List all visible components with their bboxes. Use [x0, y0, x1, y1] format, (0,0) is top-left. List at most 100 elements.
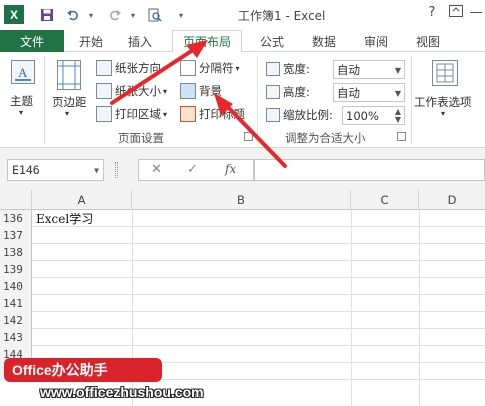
table-row: 141	[0, 295, 485, 312]
themes-icon: A	[11, 60, 35, 84]
ribbon-display-options-icon[interactable]	[446, 5, 466, 23]
scale-label: 缩放比例:	[266, 107, 333, 123]
orientation-icon	[96, 60, 112, 76]
select-all-corner[interactable]	[0, 190, 32, 210]
cell-a136[interactable]: Excel学习	[36, 210, 93, 227]
table-row: 136 Excel学习	[0, 210, 485, 227]
size-icon	[96, 83, 112, 99]
tab-view[interactable]: 视图	[408, 30, 448, 52]
row-header[interactable]: 137	[0, 227, 32, 244]
row-header[interactable]: 143	[0, 329, 32, 346]
undo-icon[interactable]	[64, 6, 82, 24]
save-icon[interactable]	[38, 6, 56, 24]
svg-text:A: A	[18, 65, 28, 80]
sheet-options-icon	[432, 60, 458, 86]
width-icon	[266, 62, 280, 76]
background-button[interactable]: 背景	[180, 83, 222, 99]
table-row: 140	[0, 278, 485, 295]
window-title: 工作簿1 - Excel	[238, 9, 326, 23]
margins-icon	[57, 60, 81, 90]
table-row: 137	[0, 227, 485, 244]
height-icon	[266, 85, 280, 99]
height-dropdown[interactable]: 自动 ▼	[333, 83, 405, 102]
row-header[interactable]: 140	[0, 278, 32, 295]
row-header[interactable]: 139	[0, 261, 32, 278]
column-header[interactable]: A	[32, 190, 132, 210]
insert-function-icon[interactable]: fx	[225, 162, 236, 176]
print-titles-label: 打印标题	[199, 107, 245, 121]
margins-label: 页边距	[52, 95, 87, 109]
print-area-button[interactable]: 打印区域 ▾	[96, 106, 167, 122]
orientation-label: 纸张方向	[115, 61, 161, 75]
ribbon-tabs: 文件 开始 插入 页面布局 公式 数据 审阅 视图	[0, 30, 485, 53]
formula-buttons: ✕ ✓ fx	[138, 159, 254, 181]
scale-icon	[266, 108, 280, 122]
ribbon-page-layout: A 主题 ▾ 页边距 ▾ 纸张方向 ▾ 纸张大小 ▾ 打印区域 ▾ 分隔符 ▾ …	[0, 52, 485, 148]
group-separator	[44, 56, 45, 144]
orientation-button[interactable]: 纸张方向 ▾	[96, 60, 167, 76]
tab-home[interactable]: 开始	[72, 30, 110, 52]
row-header[interactable]: 142	[0, 312, 32, 329]
background-label: 背景	[199, 84, 222, 98]
column-header[interactable]: B	[132, 190, 351, 210]
tab-file[interactable]: 文件	[0, 30, 64, 52]
row-header[interactable]: 136	[0, 210, 32, 227]
sheet-options-label: 工作表选项	[414, 95, 472, 109]
tab-review[interactable]: 审阅	[356, 30, 396, 52]
column-headers: A B C D	[0, 190, 485, 210]
print-area-label: 打印区域	[115, 107, 161, 121]
margins-dropdown-icon: ▾	[65, 109, 70, 118]
formula-input[interactable]	[254, 159, 485, 181]
row-header[interactable]: 141	[0, 295, 32, 312]
column-header[interactable]: C	[351, 190, 419, 210]
formula-bar-resize-handle[interactable]	[115, 162, 118, 178]
height-label: 高度:	[266, 84, 310, 100]
table-row: 138	[0, 244, 485, 261]
table-row: 139	[0, 261, 485, 278]
cancel-icon[interactable]: ✕	[151, 162, 162, 177]
breaks-icon	[180, 60, 196, 76]
page-setup-group-label: 页面设置	[118, 131, 164, 145]
background-image-icon	[180, 83, 196, 99]
orientation-dropdown-icon: ▾	[163, 63, 168, 73]
tab-insert[interactable]: 插入	[120, 30, 160, 52]
breaks-label: 分隔符	[199, 61, 234, 75]
tab-data[interactable]: 数据	[304, 30, 344, 52]
group-separator	[411, 56, 412, 144]
print-titles-icon	[180, 106, 196, 122]
breaks-dropdown-icon: ▾	[235, 63, 240, 73]
breaks-button[interactable]: 分隔符 ▾	[180, 60, 240, 76]
scale-launcher-icon[interactable]	[397, 132, 406, 141]
redo-icon[interactable]	[106, 6, 124, 24]
page-setup-launcher-icon[interactable]	[244, 132, 253, 141]
scale-group-label: 调整为合适大小	[285, 131, 366, 145]
minimize-button[interactable]: —	[466, 5, 485, 23]
print-area-dropdown-icon: ▾	[163, 109, 168, 119]
tab-formulas[interactable]: 公式	[252, 30, 292, 52]
print-titles-button[interactable]: 打印标题	[180, 106, 245, 122]
size-label: 纸张大小	[115, 84, 161, 98]
column-header[interactable]: D	[419, 190, 485, 210]
scale-spinner[interactable]: 100% ▲ ▼	[342, 106, 405, 125]
formula-bar: E146 ▼ ✕ ✓ fx	[0, 148, 485, 190]
width-dropdown[interactable]: 自动 ▼	[333, 60, 405, 79]
themes-dropdown-icon: ▾	[19, 108, 24, 117]
table-row: 142	[0, 312, 485, 329]
row-header[interactable]: 138	[0, 244, 32, 261]
undo-dropdown-icon[interactable]: ▾	[82, 6, 100, 24]
watermark-url: www.officezhushou.com	[40, 384, 204, 400]
help-button[interactable]: ?	[422, 5, 442, 23]
sheet-options-dropdown-icon: ▾	[441, 109, 446, 118]
size-button[interactable]: 纸张大小 ▾	[96, 83, 167, 99]
print-preview-icon[interactable]	[146, 6, 164, 24]
customize-toolbar-icon[interactable]: ▾	[172, 6, 190, 24]
tab-page-layout[interactable]: 页面布局	[172, 30, 242, 53]
name-box[interactable]: E146 ▼	[7, 159, 104, 181]
group-separator	[257, 56, 258, 144]
redo-dropdown-icon[interactable]: ▾	[124, 6, 142, 24]
enter-icon[interactable]: ✓	[187, 162, 198, 177]
themes-label: 主题	[10, 94, 33, 108]
excel-logo-icon: X	[4, 5, 24, 24]
title-bar: X ▾ ▾ ▾ 工作簿1 - Excel ? —	[0, 0, 485, 30]
print-area-icon	[96, 106, 112, 122]
